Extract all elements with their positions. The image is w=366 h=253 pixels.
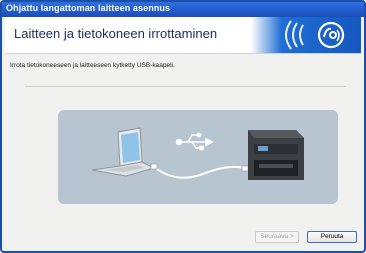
wireless-banner	[251, 17, 361, 53]
disconnect-illustration	[58, 110, 338, 204]
printer-icon	[248, 130, 304, 180]
window-titlebar: Ohjattu langattoman laitteen asennus	[2, 2, 364, 17]
next-button[interactable]: Seuraava >	[255, 231, 299, 243]
cancel-button[interactable]: Peruuta	[307, 231, 357, 243]
usb-cable	[153, 165, 245, 179]
setup-wizard-window: Ohjattu langattoman laitteen asennus Lai…	[0, 0, 366, 253]
page-title: Laitteen ja tietokoneen irrottaminen	[14, 26, 218, 41]
laptop-icon	[91, 127, 156, 177]
window-title: Ohjattu langattoman laitteen asennus	[6, 3, 171, 13]
wizard-header: Laitteen ja tietokoneen irrottaminen	[5, 17, 361, 54]
wireless-logo-icon	[285, 20, 345, 50]
instruction-text: Irrota tietokoneeseen ja laitteeseen kyt…	[10, 62, 175, 69]
usb-icon	[175, 132, 214, 151]
divider	[25, 86, 346, 87]
